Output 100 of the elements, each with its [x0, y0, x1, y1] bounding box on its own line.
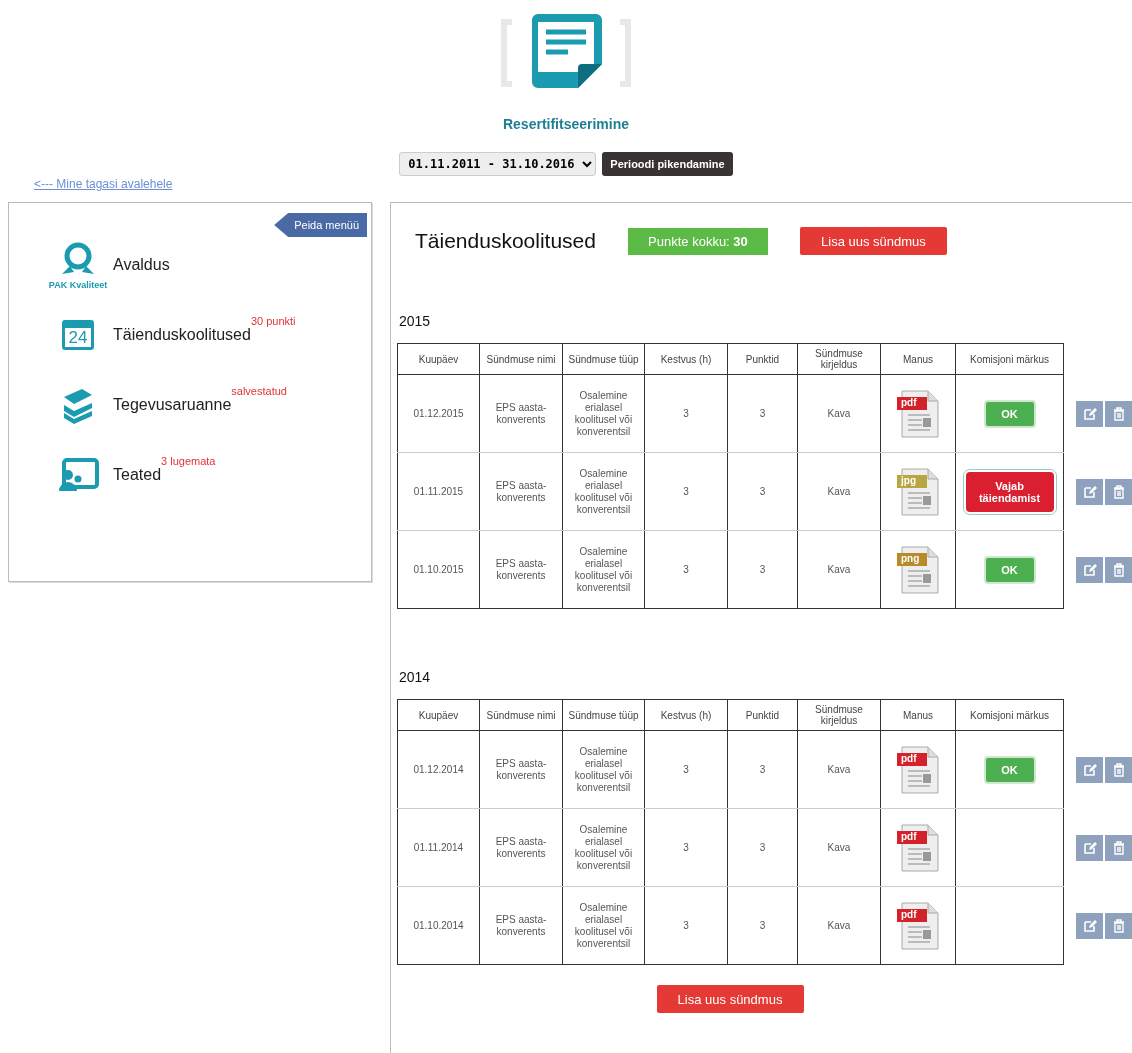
hide-menu-button[interactable]: Peida menüü [274, 213, 367, 237]
table-cell: 3 [727, 886, 798, 965]
table-cell: EPS aasta-konverents [479, 808, 563, 887]
table-cell: Kava [797, 374, 881, 453]
delete-button[interactable] [1105, 557, 1132, 583]
table-cell: Osalemine erialasel koolitusel või konverentsil [562, 808, 645, 887]
trash-icon [1112, 485, 1125, 499]
trash-icon [1112, 407, 1125, 421]
delete-button[interactable] [1105, 757, 1132, 783]
table-cell: 3 [644, 530, 728, 609]
edit-icon [1082, 919, 1097, 933]
icon-caption: PAK Kvaliteet [48, 280, 108, 290]
ok-button[interactable]: OK [983, 399, 1036, 428]
calendar-day-label: 24 [68, 329, 88, 346]
back-link[interactable]: <--- Mine tagasi avalehele [34, 177, 173, 191]
table-cell: Osalemine erialasel koolitusel või konverentsil [562, 730, 645, 809]
ok-button[interactable]: OK [983, 555, 1036, 584]
edit-button[interactable] [1076, 757, 1103, 783]
column-header: Sündmuse nimi [479, 699, 563, 731]
column-header: Sündmuse tüüp [562, 699, 645, 731]
add-event-button[interactable]: Lisa uus sündmus [799, 227, 947, 255]
column-header: Manus [880, 699, 956, 731]
menu-item[interactable]: Teated [113, 466, 162, 484]
table-cell: Osalemine erialasel koolitusel või konverentsil [562, 530, 645, 609]
table-cell: 3 [644, 452, 728, 531]
table-cell: EPS aasta-konverents [479, 886, 563, 965]
table-cell: 3 [727, 730, 798, 809]
year-heading: 2014 [399, 669, 432, 685]
needs-completion-button[interactable]: Vajab täiendamist [963, 469, 1056, 514]
table-cell: 3 [727, 452, 798, 531]
table-cell: 01.10.2014 [397, 886, 480, 965]
delete-button[interactable] [1105, 401, 1132, 427]
file-icon [896, 388, 940, 439]
edit-icon [1082, 407, 1097, 421]
table-cell: EPS aasta-konverents [479, 530, 563, 609]
table-cell: 01.12.2014 [397, 730, 480, 809]
table-cell: Osalemine erialasel koolitusel või konverentsil [562, 886, 645, 965]
menu-note-label: 3 lugemata [161, 455, 216, 467]
add-event-button[interactable]: Lisa uus sündmus [656, 985, 804, 1013]
column-header: Kestvus (h) [644, 343, 728, 375]
table-cell: Kava [797, 808, 881, 887]
menu-note-label: 30 punkti [250, 315, 296, 327]
table-cell: 3 [644, 886, 728, 965]
table-cell: 01.10.2015 [397, 530, 480, 609]
file-type-label: png [901, 552, 920, 564]
menu-item[interactable]: Avaldus [113, 256, 170, 274]
ok-button[interactable]: OK [983, 755, 1036, 784]
extend-period-button[interactable]: Perioodi pikendamine [602, 152, 733, 176]
column-header: Sündmuse nimi [479, 343, 563, 375]
edit-button[interactable] [1076, 401, 1103, 427]
file-icon [896, 900, 940, 951]
column-header: Sündmuse tüüp [562, 343, 645, 375]
table-cell: EPS aasta-konverents [479, 730, 563, 809]
trash-icon [1112, 841, 1125, 855]
edit-icon [1082, 763, 1097, 777]
page-title: Resertifitseerimine [502, 116, 630, 132]
edit-button[interactable] [1076, 557, 1103, 583]
column-header: Manus [880, 343, 956, 375]
menu-item[interactable]: Täienduskoolitused [113, 326, 251, 344]
file-type-label: jpg [901, 474, 916, 486]
edit-button[interactable] [1076, 835, 1103, 861]
column-header: Punktid [727, 343, 798, 375]
table-cell: EPS aasta-konverents [479, 374, 563, 453]
points-total-badge: Punkte kokku: 30 [627, 227, 768, 255]
file-icon [896, 466, 940, 517]
table-cell: 3 [727, 808, 798, 887]
table-cell: 01.12.2015 [397, 374, 480, 453]
delete-button[interactable] [1105, 835, 1132, 861]
edit-icon [1082, 841, 1097, 855]
menu-note-label: salvestatud [231, 385, 287, 397]
table-cell: Kava [797, 452, 881, 531]
column-header: Kuupäev [397, 343, 480, 375]
delete-button[interactable] [1105, 479, 1132, 505]
column-header: Kestvus (h) [644, 699, 728, 731]
table-cell: Kava [797, 530, 881, 609]
period-select[interactable]: 01.11.2011 - 31.10.2016 [399, 152, 597, 176]
delete-button[interactable] [1105, 913, 1132, 939]
file-type-label: pdf [901, 908, 917, 920]
edit-button[interactable] [1076, 913, 1103, 939]
table-cell: 3 [644, 374, 728, 453]
column-header: Komisjoni märkus [955, 699, 1064, 731]
file-type-label: pdf [901, 830, 917, 842]
table-cell: 3 [644, 808, 728, 887]
presentation-icon [56, 457, 100, 493]
file-type-label: pdf [901, 396, 917, 408]
column-header: Punktid [727, 699, 798, 731]
edit-icon [1082, 563, 1097, 577]
table-cell: 01.11.2015 [397, 452, 480, 531]
file-icon [896, 544, 940, 595]
table-cell: Kava [797, 730, 881, 809]
menu-item[interactable]: Tegevusaruanne [113, 396, 232, 414]
column-header: Sündmuse kirjeldus [797, 343, 881, 375]
table-cell: 3 [727, 530, 798, 609]
column-header: Kuupäev [397, 699, 480, 731]
table-cell: EPS aasta-konverents [479, 452, 563, 531]
edit-icon [1082, 485, 1097, 499]
edit-button[interactable] [1076, 479, 1103, 505]
year-heading: 2015 [399, 313, 432, 329]
table-cell: 01.11.2014 [397, 808, 480, 887]
column-header: Komisjoni märkus [955, 343, 1064, 375]
